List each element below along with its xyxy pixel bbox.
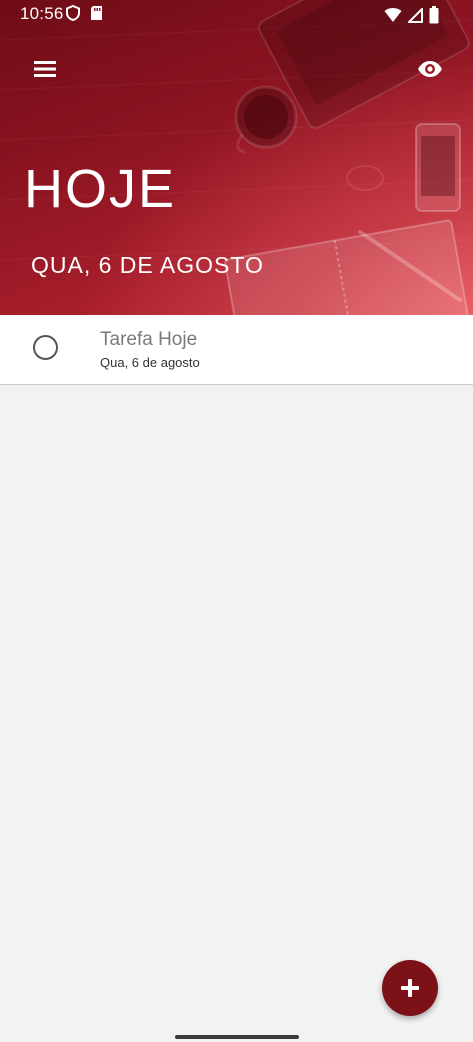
gesture-nav-handle[interactable]: [175, 1035, 299, 1039]
eye-icon[interactable]: [413, 54, 447, 84]
plus-icon: [401, 979, 419, 997]
hamburger-menu-icon[interactable]: [28, 54, 62, 84]
add-task-button[interactable]: [382, 960, 438, 1016]
header-banner: 10:56 HOJE QUA, 6 DE AGOSTO: [0, 0, 473, 315]
status-time: 10:56: [20, 4, 64, 23]
cell-signal-icon: [406, 6, 423, 28]
page-date-subtitle: QUA, 6 DE AGOSTO: [31, 252, 264, 278]
status-left-icons: [66, 4, 103, 26]
status-right-icons: [384, 6, 439, 29]
app-screen: 10:56 HOJE QUA, 6 DE AGOSTO Tarefa Hoje …: [0, 0, 473, 1042]
task-date: Qua, 6 de agosto: [100, 355, 200, 370]
task-list-item[interactable]: Tarefa Hoje Qua, 6 de agosto: [0, 315, 473, 385]
page-title: HOJE: [24, 159, 177, 219]
battery-icon: [429, 6, 439, 29]
sd-card-icon: [90, 5, 103, 26]
vpn-shield-icon: [66, 4, 80, 26]
status-bar: 10:56: [0, 0, 473, 30]
task-complete-checkbox[interactable]: [33, 335, 58, 360]
task-title: Tarefa Hoje: [100, 329, 198, 350]
wifi-icon: [384, 7, 402, 28]
